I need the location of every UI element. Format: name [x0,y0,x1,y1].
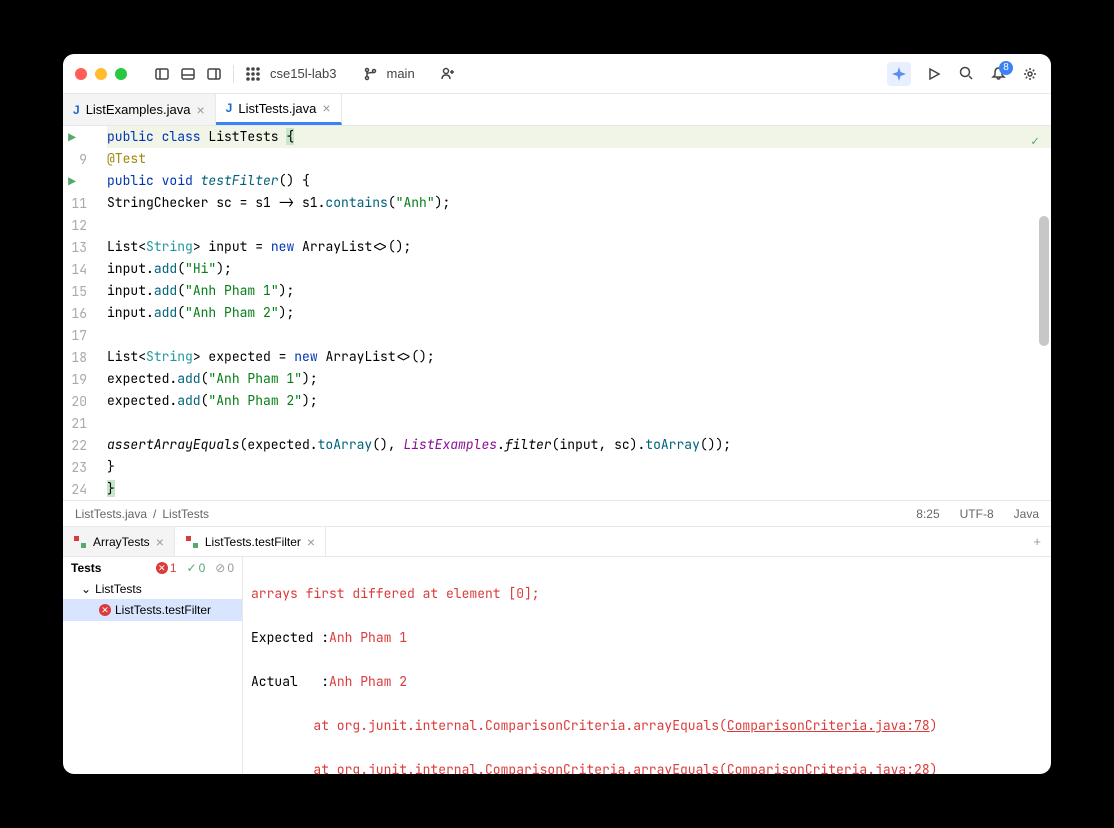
notification-badge: 8 [999,61,1013,75]
junit-icon [73,535,87,549]
ai-assistant-icon[interactable] [887,62,911,86]
run-icon[interactable] [925,65,943,83]
run-gutter-icon[interactable]: ▶ [63,129,81,146]
cursor-position[interactable]: 8:25 [916,507,939,521]
run-panel-tabs: ArrayTests × ListTests.testFilter × + [63,527,1051,557]
gutter: ▶ 9 ▶ 11 12 13 14 15 16 17 18 19 20 21 2… [63,126,107,500]
titlebar: cse15l-lab3 main 8 [63,54,1051,94]
chevron-down-icon: ⌄ [81,582,91,596]
passed-count[interactable]: ✓0 [187,561,206,575]
close-icon[interactable]: × [156,534,164,550]
run-panel: ArrayTests × ListTests.testFilter × + Te… [63,526,1051,774]
code-area[interactable]: public class ListTests { @Test public vo… [107,126,1051,500]
panel-bottom-icon[interactable] [179,65,197,83]
panel-right-icon[interactable] [205,65,223,83]
ide-window: cse15l-lab3 main 8 J ListExamples.java ×… [63,54,1051,774]
add-run-config-icon[interactable]: + [1023,527,1051,556]
editor-tabs: J ListExamples.java × J ListTests.java × [63,94,1051,126]
notifications-icon[interactable]: 8 [989,65,1007,83]
run-tab-listtests[interactable]: ListTests.testFilter × [175,527,326,556]
tests-tree: Tests ✕1 ✓0 ⊘0 ⌄ ListTests ✕ ListTests.t… [63,557,243,774]
panel-left-icon[interactable] [153,65,171,83]
search-icon[interactable] [957,65,975,83]
statusbar: ListTests.java / ListTests 8:25 UTF-8 Ja… [63,500,1051,526]
junit-icon [185,535,199,549]
window-minimize-button[interactable] [95,68,107,80]
add-user-icon[interactable] [439,65,457,83]
tab-listtests[interactable]: J ListTests.java × [216,94,342,125]
language[interactable]: Java [1014,507,1039,521]
test-suite-node[interactable]: ⌄ ListTests [63,579,242,599]
tab-listexamples[interactable]: J ListExamples.java × [63,94,216,125]
run-tab-label: ListTests.testFilter [205,535,301,549]
close-icon[interactable]: × [307,534,315,550]
analysis-ok-icon[interactable]: ✓ [1031,132,1039,149]
vertical-scrollbar[interactable] [1039,216,1049,346]
breadcrumb-file[interactable]: ListTests.java [75,507,147,521]
skipped-count[interactable]: ⊘0 [215,561,234,575]
tab-label: ListExamples.java [86,102,191,117]
close-icon[interactable]: × [196,102,204,118]
branch-name[interactable]: main [387,66,415,81]
stack-link[interactable]: ComparisonCriteria.java:78 [727,717,930,734]
failed-count[interactable]: ✕1 [156,561,177,575]
test-console[interactable]: arrays first differed at element [0]; Ex… [243,557,1051,774]
tab-label: ListTests.java [238,101,316,116]
branch-icon[interactable] [361,65,379,83]
window-maximize-button[interactable] [115,68,127,80]
traffic-lights [75,68,127,80]
fail-icon: ✕ [99,604,111,616]
stack-link[interactable]: ComparisonCriteria.java:28 [727,761,930,774]
tests-label: Tests [71,561,101,575]
encoding[interactable]: UTF-8 [960,507,994,521]
java-file-icon: J [73,103,80,117]
run-gutter-icon[interactable]: ▶ [63,173,81,190]
code-editor[interactable]: ▶ 9 ▶ 11 12 13 14 15 16 17 18 19 20 21 2… [63,126,1051,500]
window-close-button[interactable] [75,68,87,80]
close-icon[interactable]: × [322,100,330,116]
project-name[interactable]: cse15l-lab3 [270,66,337,81]
breadcrumb-class[interactable]: ListTests [162,507,209,521]
run-tab-label: ArrayTests [93,535,150,549]
settings-icon[interactable] [1021,65,1039,83]
test-case-node[interactable]: ✕ ListTests.testFilter [63,599,242,621]
run-tab-arraytests[interactable]: ArrayTests × [63,527,175,556]
apps-grid-icon[interactable] [244,65,262,83]
java-file-icon: J [226,101,233,115]
